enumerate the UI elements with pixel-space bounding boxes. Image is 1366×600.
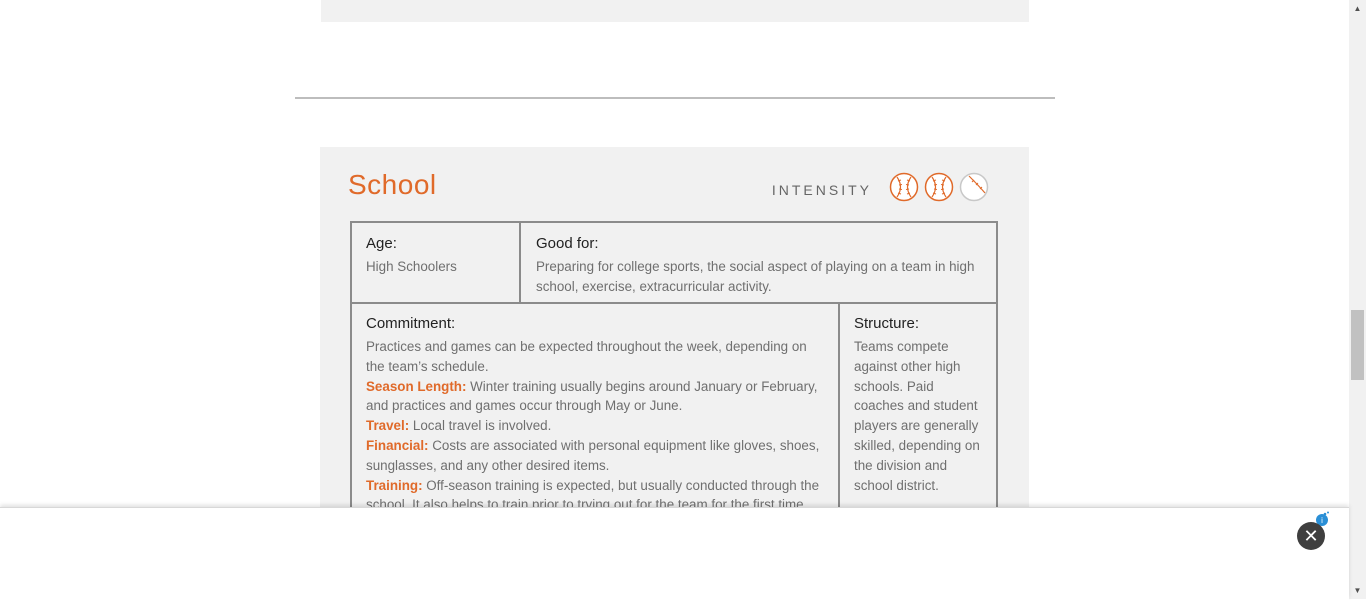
structure-cell: Structure: Teams compete against other h… xyxy=(840,304,998,521)
bottom-ad-banner: i ✕ xyxy=(0,507,1349,600)
close-ad-button[interactable]: ✕ xyxy=(1297,522,1325,550)
baseball-outline-icon xyxy=(959,172,989,202)
commitment-heading: Commitment: xyxy=(366,315,456,332)
financial-detail: Financial: Costs are associated with per… xyxy=(366,436,824,476)
detail-key: Training: xyxy=(366,477,423,493)
season-length-detail: Season Length: Winter training usually b… xyxy=(366,377,824,417)
baseball-icon xyxy=(889,172,919,202)
intensity-rating: INTENSITY xyxy=(772,172,989,207)
detail-text: Costs are associated with personal equip… xyxy=(366,437,820,473)
structure-heading: Structure: xyxy=(854,315,920,332)
commitment-intro: Practices and games can be expected thro… xyxy=(366,339,807,374)
vertical-scrollbar[interactable]: ▲ ▼ xyxy=(1349,0,1366,599)
baseball-icon xyxy=(924,172,954,202)
card-title: School xyxy=(348,169,437,200)
detail-text: Local travel is involved. xyxy=(409,418,552,434)
age-value: High Schoolers xyxy=(366,259,457,274)
scroll-down-arrow-icon[interactable]: ▼ xyxy=(1349,582,1366,599)
intensity-label: INTENSITY xyxy=(771,181,872,198)
good-for-heading: Good for: xyxy=(536,235,599,252)
detail-key: Financial: xyxy=(366,437,429,453)
scrollbar-thumb[interactable] xyxy=(1351,310,1364,380)
commitment-cell: Commitment: Practices and games can be e… xyxy=(352,304,840,521)
age-heading: Age: xyxy=(366,235,397,252)
intensity-balls xyxy=(884,172,989,207)
age-cell: Age: High Schoolers xyxy=(352,223,521,304)
scroll-up-arrow-icon[interactable]: ▲ xyxy=(1349,0,1366,17)
travel-detail: Travel: Local travel is involved. xyxy=(366,416,824,436)
svg-text:i: i xyxy=(1321,516,1323,525)
good-for-value: Preparing for college sports, the social… xyxy=(536,259,975,294)
good-for-cell: Good for: Preparing for college sports, … xyxy=(521,223,998,304)
detail-key: Season Length: xyxy=(366,378,467,394)
detail-key: Travel: xyxy=(366,418,410,434)
info-grid: Age: High Schoolers Good for: Preparing … xyxy=(350,221,998,521)
section-divider xyxy=(295,97,1055,99)
previous-section-card xyxy=(321,0,1029,22)
structure-value: Teams compete against other high schools… xyxy=(854,339,980,493)
